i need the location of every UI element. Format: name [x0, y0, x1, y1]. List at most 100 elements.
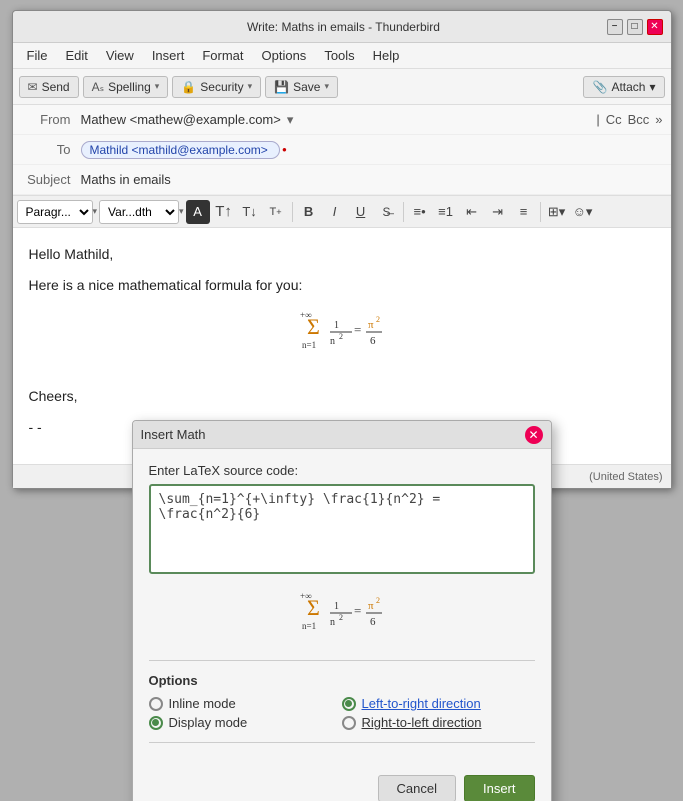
- lock-icon: 🔒: [181, 80, 196, 94]
- menu-insert[interactable]: Insert: [144, 46, 193, 65]
- indent-button[interactable]: ⇥: [486, 200, 510, 224]
- outdent-button[interactable]: ⇤: [460, 200, 484, 224]
- menu-format[interactable]: Format: [194, 46, 251, 65]
- svg-text:π: π: [368, 319, 374, 331]
- preview-formula-svg: Σ n=1 +∞ 1 n 2 = π 2 6: [292, 587, 392, 642]
- maximize-icon: □: [631, 21, 637, 32]
- menu-view[interactable]: View: [98, 46, 142, 65]
- strikethrough-button[interactable]: S̶: [375, 200, 399, 224]
- subject-label: Subject: [21, 172, 81, 187]
- options-title: Options: [149, 673, 535, 688]
- from-label: From: [21, 112, 81, 127]
- from-dropdown-icon[interactable]: ▾: [287, 112, 294, 128]
- menu-bar: File Edit View Insert Format Options Too…: [13, 43, 671, 69]
- paragraph-dropdown-icon: ▾: [93, 206, 98, 217]
- menu-file[interactable]: File: [19, 46, 56, 65]
- superscript-button[interactable]: T+: [264, 200, 288, 224]
- cc-button[interactable]: Cc: [606, 112, 622, 127]
- increase-font-button[interactable]: T↑: [212, 200, 236, 224]
- maximize-button[interactable]: □: [627, 19, 643, 35]
- text-color-button[interactable]: A: [186, 200, 210, 224]
- menu-help[interactable]: Help: [365, 46, 408, 65]
- security-button[interactable]: 🔒 Security ▾: [172, 76, 261, 98]
- send-button[interactable]: ✉ Send: [19, 76, 79, 98]
- header-extras: | Cc Bcc »: [596, 112, 662, 127]
- dialog-close-button[interactable]: ✕: [525, 426, 543, 444]
- to-dot-indicator: •: [282, 142, 287, 157]
- menu-options[interactable]: Options: [254, 46, 315, 65]
- svg-text:n=1: n=1: [302, 621, 316, 631]
- save-button[interactable]: 💾 Save ▾: [265, 76, 338, 98]
- to-row: To Mathild <mathild@example.com> •: [13, 135, 671, 165]
- svg-text:n: n: [330, 617, 335, 628]
- dialog-divider-bottom: [149, 742, 535, 743]
- svg-text:1: 1: [334, 601, 339, 612]
- menu-edit[interactable]: Edit: [57, 46, 95, 65]
- svg-text:6: 6: [370, 335, 376, 347]
- dialog-title: Insert Math: [141, 427, 206, 442]
- svg-text:1: 1: [334, 320, 339, 331]
- spelling-button[interactable]: Aₛ Spelling ▾: [83, 76, 169, 98]
- from-row: From Mathew <mathew@example.com> ▾ | Cc …: [13, 105, 671, 135]
- inline-mode-option[interactable]: Inline mode: [149, 696, 342, 711]
- insert-button[interactable]: Insert: [464, 775, 535, 801]
- menu-tools[interactable]: Tools: [316, 46, 362, 65]
- fmt-divider-3: [540, 202, 541, 222]
- inline-mode-radio[interactable]: [149, 697, 163, 711]
- unordered-list-button[interactable]: ≡•: [408, 200, 432, 224]
- ltr-label: Left-to-right direction: [362, 696, 481, 711]
- to-chip[interactable]: Mathild <mathild@example.com>: [81, 141, 281, 159]
- emoji-button[interactable]: ☺▾: [571, 200, 595, 224]
- security-arrow-icon: ▾: [248, 81, 253, 92]
- dialog-divider-top: [149, 660, 535, 661]
- latex-label: Enter LaTeX source code:: [149, 463, 535, 478]
- toolbar: ✉ Send Aₛ Spelling ▾ 🔒 Security ▾ 💾 Save…: [13, 69, 671, 105]
- svg-text:=: =: [354, 322, 361, 337]
- italic-button[interactable]: I: [323, 200, 347, 224]
- spelling-arrow-icon: ▾: [155, 81, 160, 92]
- bcc-button[interactable]: Bcc: [628, 112, 650, 127]
- body-line1: Hello Mathild,: [29, 244, 655, 265]
- save-icon: 💾: [274, 80, 289, 94]
- decrease-font-button[interactable]: T↓: [238, 200, 262, 224]
- to-label: To: [21, 142, 81, 157]
- window-controls: − □ ✕: [607, 19, 663, 35]
- locale-status: (United States): [589, 471, 662, 483]
- ltr-option[interactable]: Left-to-right direction: [342, 696, 535, 711]
- expand-headers-icon[interactable]: »: [655, 112, 662, 127]
- subject-input[interactable]: [81, 172, 663, 187]
- dialog-close-icon: ✕: [528, 428, 538, 442]
- font-select[interactable]: Var...dth: [99, 200, 179, 224]
- underline-button[interactable]: U: [349, 200, 373, 224]
- insert-button[interactable]: ⊞▾: [545, 200, 569, 224]
- attach-button[interactable]: 📎 Attach ▾: [583, 76, 664, 98]
- options-section: Options Inline mode Left-to-right direct…: [149, 669, 535, 734]
- ltr-radio[interactable]: [342, 697, 356, 711]
- rtl-option[interactable]: Right-to-left direction: [342, 715, 535, 730]
- insert-math-dialog: Insert Math ✕ Enter LaTeX source code: \…: [132, 420, 552, 801]
- ordered-list-button[interactable]: ≡1: [434, 200, 458, 224]
- minimize-icon: −: [612, 21, 618, 32]
- attach-icon: 📎: [592, 80, 607, 94]
- main-window: Write: Maths in emails - Thunderbird − □…: [12, 10, 672, 489]
- svg-text:=: =: [354, 603, 361, 618]
- from-value: Mathew <mathew@example.com>: [81, 112, 281, 127]
- dialog-title-bar: Insert Math ✕: [133, 421, 551, 449]
- display-mode-option[interactable]: Display mode: [149, 715, 342, 730]
- paragraph-style-select[interactable]: Paragr...: [17, 200, 93, 224]
- close-button[interactable]: ✕: [647, 19, 663, 35]
- display-mode-radio[interactable]: [149, 716, 163, 730]
- align-button[interactable]: ≡: [512, 200, 536, 224]
- rtl-radio[interactable]: [342, 716, 356, 730]
- close-icon: ✕: [650, 21, 658, 32]
- cancel-button[interactable]: Cancel: [378, 775, 456, 801]
- minimize-button[interactable]: −: [607, 19, 623, 35]
- bold-button[interactable]: B: [297, 200, 321, 224]
- svg-text:2: 2: [376, 315, 380, 324]
- latex-input[interactable]: \sum_{n=1}^{+\infty} \frac{1}{n^2} = \fr…: [149, 484, 535, 574]
- attach-arrow-icon: ▾: [649, 80, 655, 94]
- dialog-footer: Cancel Insert: [133, 765, 551, 801]
- svg-text:2: 2: [376, 596, 380, 605]
- svg-text:2: 2: [339, 332, 343, 341]
- email-formula: Σ n=1 +∞ 1 n 2 = π 2 6: [29, 306, 655, 366]
